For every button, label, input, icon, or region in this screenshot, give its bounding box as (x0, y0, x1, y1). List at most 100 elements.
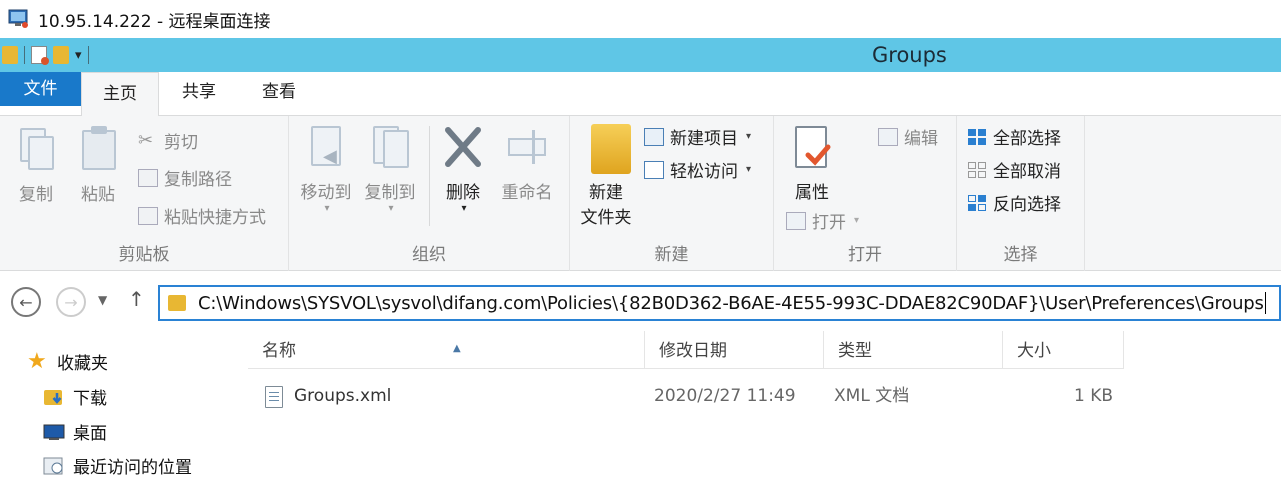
copy-label: 复制 (19, 185, 53, 205)
file-list: ▲ 名称 修改日期 类型 大小 Groups.xml 2020/2/27 11:… (237, 331, 1281, 482)
folder-icon (168, 295, 186, 311)
scissors-icon: ✂ (138, 129, 154, 151)
copy-to-icon (369, 124, 411, 170)
explorer-title-bar: ▾ Groups (0, 38, 1281, 72)
navigation-pane: ★ 收藏夹 下载 桌面 最近访问的位置 (0, 331, 237, 482)
easy-access-button[interactable]: 轻松访问 ▾ (644, 157, 751, 182)
copy-path-button[interactable]: 复制路径 (138, 165, 232, 190)
copy-icon (16, 126, 58, 172)
text-cursor (1264, 292, 1266, 314)
clipboard-group: 复制 粘贴 ✂ 剪切 复制路径 粘贴快捷方式 剪贴板 (0, 116, 289, 271)
rename-label: 重命名 (501, 183, 553, 203)
open-icon (786, 211, 806, 230)
copy-path-icon (138, 168, 158, 187)
address-bar[interactable]: C:\Windows\SYSVOL\sysvol\difang.com\Poli… (158, 285, 1281, 321)
toolbar-separator (87, 46, 89, 64)
new-group: 新建 文件夹 新建项目 ▾ 轻松访问 ▾ 新建 (570, 116, 774, 271)
nav-favorites[interactable]: ★ 收藏夹 (27, 349, 108, 374)
move-to-button[interactable]: ◀ 移动到 ▾ (297, 124, 355, 214)
new-folder-button[interactable]: 新建 文件夹 (578, 124, 634, 228)
properties-icon (791, 124, 833, 170)
recent-locations-dropdown-icon[interactable]: ▼ (98, 293, 107, 307)
copy-to-button[interactable]: 复制到 ▾ (361, 124, 419, 214)
invert-selection-button[interactable]: 反向选择 (967, 190, 1061, 215)
easy-access-label: 轻松访问 (670, 162, 738, 182)
properties-label: 属性 (795, 183, 829, 203)
new-folder-label-line2: 文件夹 (580, 208, 632, 228)
nav-desktop[interactable]: 桌面 (43, 419, 107, 444)
open-label: 打开 (812, 213, 846, 233)
select-none-button[interactable]: 全部取消 (967, 157, 1061, 182)
organize-group: ◀ 移动到 ▾ 复制到 ▾ 删除 ▾ 重命名 组织 (289, 116, 570, 271)
select-all-label: 全部选择 (993, 129, 1061, 149)
easy-access-icon (644, 160, 664, 179)
edit-button[interactable]: 编辑 (878, 124, 938, 149)
paste-button[interactable]: 粘贴 (78, 126, 118, 205)
column-modified-label: 修改日期 (659, 341, 727, 361)
tab-share[interactable]: 共享 (168, 72, 230, 116)
desktop-icon (43, 422, 65, 442)
open-group-label: 打开 (848, 245, 882, 265)
nav-recent-places[interactable]: 最近访问的位置 (43, 453, 192, 478)
nav-desktop-label: 桌面 (73, 424, 107, 444)
customize-toolbar-dropdown-icon[interactable]: ▾ (75, 48, 82, 63)
new-item-label: 新建项目 (670, 129, 738, 149)
ribbon: 复制 粘贴 ✂ 剪切 复制路径 粘贴快捷方式 剪贴板 ◀ 移动到 ▾ 复制到 ▾… (0, 116, 1281, 271)
copy-to-label: 复制到 (364, 183, 416, 203)
new-folder-label-line1: 新建 (589, 183, 623, 203)
clipboard-group-label: 剪贴板 (118, 245, 170, 265)
address-row: ← → ▼ ↑ C:\Windows\SYSVOL\sysvol\difang.… (0, 271, 1281, 331)
column-header-modified[interactable]: 修改日期 (645, 331, 824, 369)
copy-path-label: 复制路径 (164, 170, 232, 190)
quick-access-toolbar: ▾ (0, 46, 89, 65)
properties-button[interactable]: 属性 (790, 124, 834, 203)
open-button[interactable]: 打开 ▾ (786, 208, 859, 233)
address-path[interactable]: C:\Windows\SYSVOL\sysvol\difang.com\Poli… (198, 293, 1264, 314)
up-button[interactable]: ↑ (128, 287, 145, 311)
arrow-up-icon: ↑ (128, 287, 145, 311)
column-header-type[interactable]: 类型 (824, 331, 1003, 369)
edit-icon (878, 127, 898, 146)
paste-shortcut-button[interactable]: 粘贴快捷方式 (138, 203, 266, 228)
column-header-name[interactable]: ▲ 名称 (248, 331, 645, 369)
xml-file-icon (265, 386, 283, 408)
downloads-folder-icon (43, 387, 65, 407)
invert-selection-label: 反向选择 (993, 195, 1061, 215)
paste-shortcut-icon (138, 206, 158, 225)
file-name: Groups.xml (294, 386, 392, 406)
edit-label: 编辑 (904, 129, 938, 149)
column-type-label: 类型 (838, 341, 872, 361)
nav-favorites-label: 收藏夹 (57, 354, 108, 374)
recent-places-icon (43, 456, 65, 476)
select-none-icon (967, 161, 987, 179)
rename-button[interactable]: 重命名 (497, 124, 557, 203)
nav-downloads[interactable]: 下载 (43, 384, 107, 409)
rdp-title-bar: 10.95.14.222 - 远程桌面连接 (0, 0, 1281, 38)
copy-button[interactable]: 复制 (16, 126, 56, 205)
move-to-icon: ◀ (305, 124, 347, 170)
delete-button[interactable]: 删除 ▾ (441, 124, 485, 214)
new-group-label: 新建 (654, 245, 689, 265)
properties-icon[interactable] (31, 46, 49, 65)
select-all-button[interactable]: 全部选择 (967, 124, 1061, 149)
select-none-label: 全部取消 (993, 162, 1061, 182)
move-to-label: 移动到 (300, 183, 352, 203)
delete-label: 删除 (446, 183, 480, 203)
arrow-right-icon: → (64, 292, 78, 312)
nav-recent-places-label: 最近访问的位置 (73, 458, 192, 478)
rename-icon (506, 124, 548, 170)
new-item-button[interactable]: 新建项目 ▾ (644, 124, 751, 149)
file-row[interactable]: Groups.xml 2020/2/27 11:49 XML 文档 1 KB (237, 377, 1124, 415)
delete-x-icon (442, 124, 484, 170)
cut-button[interactable]: ✂ 剪切 (138, 128, 198, 153)
forward-button[interactable]: → (56, 287, 86, 317)
new-folder-icon[interactable] (53, 46, 69, 64)
select-group-label: 选择 (1003, 245, 1038, 265)
select-group: 全部选择 全部取消 反向选择 选择 (957, 116, 1085, 271)
column-header-size[interactable]: 大小 (1003, 331, 1124, 369)
back-button[interactable]: ← (11, 287, 41, 317)
tab-home[interactable]: 主页 (81, 72, 159, 117)
tab-view[interactable]: 查看 (246, 72, 312, 116)
tab-file[interactable]: 文件 (0, 72, 81, 106)
folder-icon (2, 46, 18, 64)
